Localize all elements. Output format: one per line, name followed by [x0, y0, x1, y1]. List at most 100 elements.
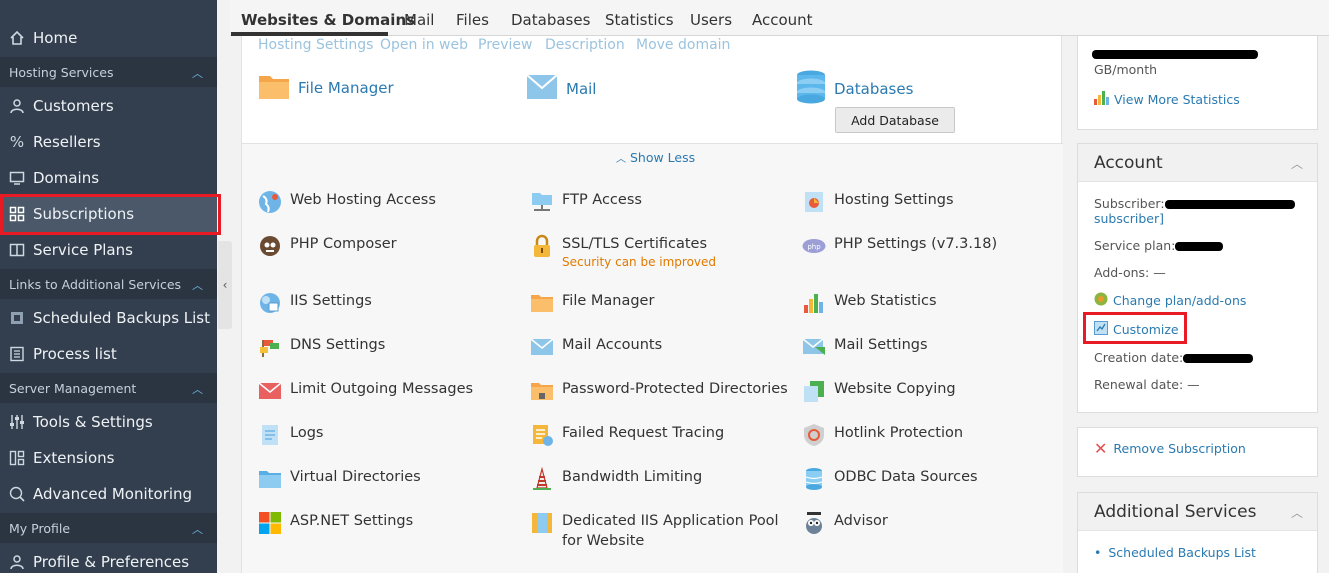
link-hosting-settings[interactable]: Hosting Settings: [258, 37, 373, 53]
sidebar-item-subscriptions[interactable]: Subscriptions: [0, 196, 217, 232]
link-preview[interactable]: Preview: [478, 37, 533, 53]
tool-label: DNS Settings: [290, 337, 386, 353]
chevron-up-icon: ︿: [192, 67, 203, 80]
tool-logs[interactable]: Logs: [258, 423, 323, 447]
tab-statistics[interactable]: Statistics: [605, 11, 674, 29]
show-less-link[interactable]: ︿ Show Less: [616, 150, 695, 165]
sidebar-item-customers[interactable]: Customers: [0, 88, 217, 124]
link-description[interactable]: Description: [545, 37, 625, 53]
sidebar-item-service-plans[interactable]: Service Plans: [0, 232, 217, 268]
renewal-date-row: Renewal date: —: [1094, 377, 1200, 392]
mail-settings-icon: [802, 335, 826, 359]
owl-advisor-icon: [802, 511, 826, 535]
change-plan-link[interactable]: Change plan/add-ons: [1094, 292, 1246, 309]
sidebar-group-my-profile[interactable]: My Profile ︿: [0, 513, 217, 543]
tool-hosting-settings[interactable]: Hosting Settings: [802, 190, 954, 214]
puzzle-icon: [8, 449, 26, 467]
sidebar-item-home[interactable]: Home: [0, 20, 217, 56]
tool-aspnet-settings[interactable]: ASP.NET Settings: [258, 511, 413, 535]
change-subscriber-link[interactable]: subscriber]: [1094, 211, 1164, 226]
tool-ssl-tls[interactable]: SSL/TLS Certificates Security can be impr…: [530, 234, 716, 270]
app-label: Databases: [834, 80, 914, 98]
link-open-in-web[interactable]: Open in web: [380, 37, 468, 53]
database-icon: [796, 70, 826, 108]
tool-label: Mail Settings: [834, 337, 928, 353]
customize-link[interactable]: Customize: [1094, 321, 1179, 338]
link-move-domain[interactable]: Move domain: [636, 37, 730, 53]
tool-iis-settings[interactable]: IIS Settings: [258, 291, 372, 315]
change-plan-icon: [1094, 292, 1108, 309]
tool-text: SSL/TLS Certificates Security can be impr…: [562, 234, 716, 270]
view-more-statistics-link[interactable]: View More Statistics: [1094, 90, 1240, 108]
sidebar-item-label: Subscriptions: [33, 205, 135, 223]
app-databases[interactable]: Databases: [796, 70, 913, 108]
tool-file-manager[interactable]: File Manager: [530, 291, 654, 315]
tool-dns-settings[interactable]: DNS Settings: [258, 335, 385, 359]
sidebar-item-label: Resellers: [33, 133, 101, 151]
customize-icon: [1094, 321, 1108, 338]
ssl-warning: Security can be improved: [562, 255, 717, 269]
service-plan-label: Service plan:: [1094, 238, 1176, 253]
sidebar-item-extensions[interactable]: Extensions: [0, 440, 217, 476]
main-panel: Hosting Settings Open in web Preview Des…: [241, 36, 1063, 573]
tool-mail-settings[interactable]: Mail Settings: [802, 335, 928, 359]
tool-advisor[interactable]: Advisor: [802, 511, 888, 535]
sidebar-group-hosting-services[interactable]: Hosting Services ︿: [0, 57, 217, 87]
tool-failed-request[interactable]: Failed Request Tracing: [530, 423, 724, 447]
subscriber-label: Subscriber:: [1094, 196, 1165, 211]
tool-limit-outgoing[interactable]: Limit Outgoing Messages: [258, 379, 473, 403]
creation-date-row: Creation date:: [1094, 350, 1254, 365]
sidebar-group-server-management[interactable]: Server Management ︿: [0, 373, 217, 403]
remove-subscription-link[interactable]: ✕ Remove Subscription: [1094, 440, 1246, 456]
tab-account[interactable]: Account: [752, 11, 813, 29]
grid-icon: [8, 205, 26, 223]
group-label: Server Management: [9, 380, 137, 396]
tool-password-protected[interactable]: Password-Protected Directories: [530, 379, 788, 403]
sidebar-item-tools-settings[interactable]: Tools & Settings: [0, 404, 217, 440]
sliders-icon: [8, 413, 26, 431]
php-icon: php: [802, 234, 826, 258]
tool-iis-app-pool[interactable]: Dedicated IIS Application Pool for Websit…: [530, 511, 779, 551]
tab-users[interactable]: Users: [690, 11, 732, 29]
sidebar-group-links-additional[interactable]: Links to Additional Services ︿: [0, 269, 217, 299]
tab-files[interactable]: Files: [456, 11, 489, 29]
sidebar-collapse-toggle[interactable]: ‹: [218, 241, 232, 329]
home-icon: [8, 29, 26, 47]
sidebar-item-process-list[interactable]: Process list: [0, 336, 217, 372]
tool-label: Advisor: [834, 513, 888, 529]
group-label: Hosting Services: [9, 64, 114, 80]
tool-php-settings[interactable]: php PHP Settings (v7.3.18): [802, 234, 997, 258]
tool-virtual-directories[interactable]: Virtual Directories: [258, 467, 421, 491]
tool-label: Password-Protected Directories: [562, 381, 788, 397]
app-pool-icon: [530, 511, 554, 535]
tool-label: PHP Settings (v7.3.18): [834, 236, 998, 252]
tool-ftp-access[interactable]: FTP Access: [530, 190, 642, 214]
log-file-icon: [258, 423, 282, 447]
scheduled-backups-link[interactable]: • Scheduled Backups List: [1094, 545, 1256, 560]
additional-services-header[interactable]: Additional Services ︿: [1078, 493, 1317, 531]
tool-php-composer[interactable]: PHP Composer: [258, 234, 397, 258]
tab-mail[interactable]: Mail: [404, 11, 434, 29]
tool-hotlink-protection[interactable]: Hotlink Protection: [802, 423, 963, 447]
bandwidth-icon: [530, 467, 554, 491]
app-mail[interactable]: Mail: [526, 74, 596, 104]
tool-mail-accounts[interactable]: Mail Accounts: [530, 335, 662, 359]
add-database-button[interactable]: Add Database: [835, 107, 955, 133]
sidebar-item-resellers[interactable]: % Resellers: [0, 124, 217, 160]
tool-web-hosting-access[interactable]: Web Hosting Access: [258, 190, 436, 214]
tool-bandwidth-limiting[interactable]: Bandwidth Limiting: [530, 467, 702, 491]
sidebar-item-advanced-monitoring[interactable]: Advanced Monitoring: [0, 476, 217, 512]
app-file-manager[interactable]: File Manager: [258, 72, 394, 104]
link-label: Scheduled Backups List: [1108, 545, 1256, 560]
tab-websites-domains[interactable]: Websites & Domains: [241, 11, 415, 29]
account-card-header[interactable]: Account ︿: [1078, 144, 1317, 182]
tool-website-copying[interactable]: Website Copying: [802, 379, 956, 403]
tool-label: Failed Request Tracing: [562, 425, 725, 441]
sidebar-item-profile-preferences[interactable]: Profile & Preferences: [0, 544, 217, 573]
tool-web-statistics[interactable]: Web Statistics: [802, 291, 937, 315]
sidebar-item-label: Customers: [33, 97, 114, 115]
tool-odbc-data-sources[interactable]: ODBC Data Sources: [802, 467, 978, 491]
sidebar-item-scheduled-backups[interactable]: Scheduled Backups List: [0, 300, 217, 336]
tab-databases[interactable]: Databases: [511, 11, 590, 29]
sidebar-item-domains[interactable]: Domains: [0, 160, 217, 196]
